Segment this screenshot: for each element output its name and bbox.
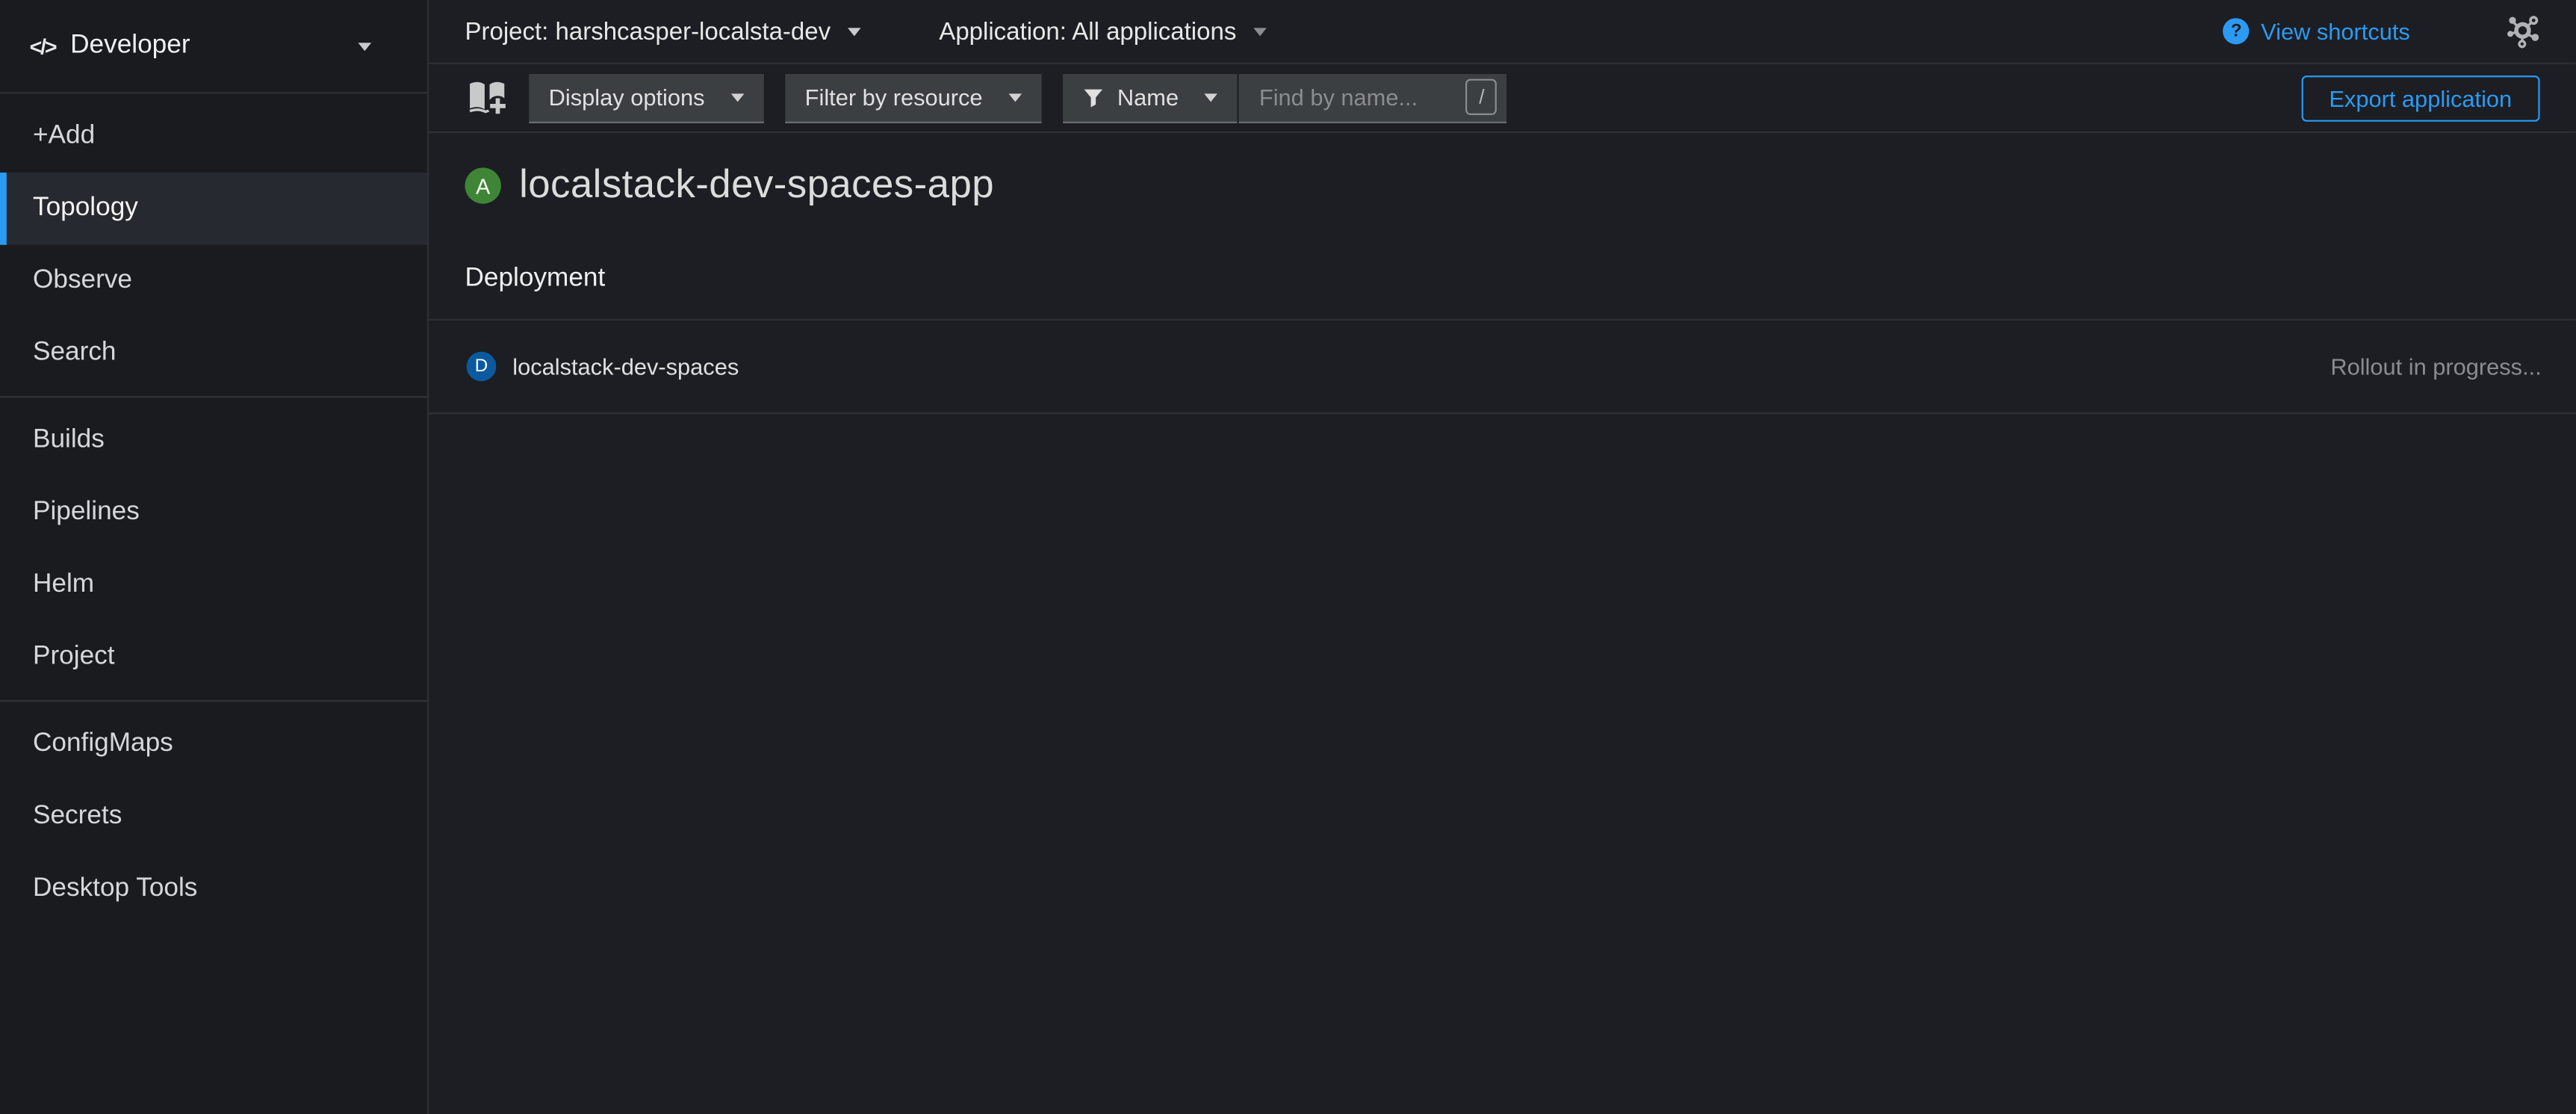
sidebar-item-add[interactable]: +Add — [0, 100, 427, 173]
name-filter-label: Name — [1117, 84, 1179, 110]
sidebar-item-helm[interactable]: Helm — [0, 549, 427, 622]
topology-list-view: A localstack-dev-spaces-app Deployment D… — [429, 133, 2576, 1114]
chevron-down-icon — [847, 27, 860, 35]
application-group-title: localstack-dev-spaces-app — [519, 163, 994, 209]
resource-kind-heading: Deployment — [465, 262, 2539, 297]
sidebar-item-label: Search — [33, 338, 117, 366]
filter-by-resource-dropdown[interactable]: Filter by resource — [785, 73, 1041, 123]
export-application-button[interactable]: Export application — [2301, 75, 2540, 121]
project-selector-label: Project: harshcasper-localsta-dev — [465, 17, 831, 45]
openshift-dev-console: </> Developer +Add Topology Observe Sear… — [0, 0, 2576, 1114]
sidebar-item-label: Pipelines — [33, 498, 140, 525]
sidebar-nav: +Add Topology Observe Search Builds Pipe… — [0, 93, 427, 932]
context-bar: Project: harshcasper-localsta-dev Applic… — [429, 0, 2576, 64]
sidebar-item-observe[interactable]: Observe — [0, 245, 427, 318]
sidebar-item-label: Builds — [33, 426, 105, 454]
sidebar-item-topology[interactable]: Topology — [0, 173, 427, 245]
application-selector-label: Application: All applications — [939, 17, 1236, 45]
sidebar-item-label: Helm — [33, 570, 94, 598]
slash-shortcut-badge: / — [1466, 79, 1498, 115]
sidebar-item-label: ConfigMaps — [33, 730, 173, 758]
chevron-down-icon — [731, 93, 745, 101]
find-by-name-field[interactable]: / — [1239, 73, 1507, 123]
sidebar-item-label: Desktop Tools — [33, 874, 197, 902]
sidebar: </> Developer +Add Topology Observe Sear… — [0, 0, 429, 1114]
sidebar-item-builds[interactable]: Builds — [0, 404, 427, 477]
filter-funnel-icon — [1083, 86, 1105, 108]
application-selector[interactable]: Application: All applications — [939, 17, 1266, 45]
display-options-dropdown[interactable]: Display options — [529, 73, 763, 123]
sidebar-item-label: Topology — [33, 194, 138, 222]
sidebar-item-pipelines[interactable]: Pipelines — [0, 477, 427, 549]
sidebar-item-label: Secrets — [33, 802, 122, 829]
view-shortcuts-link[interactable]: ? View shortcuts — [2223, 18, 2410, 44]
nav-group-1: +Add Topology Observe Search — [0, 93, 427, 396]
help-icon: ? — [2223, 18, 2250, 44]
deployment-name-link[interactable]: localstack-dev-spaces — [512, 353, 739, 380]
perspective-switcher[interactable]: </> Developer — [0, 0, 427, 93]
resource-list: D localstack-dev-spaces Rollout in progr… — [429, 319, 2576, 415]
chevron-down-icon — [359, 42, 372, 50]
topology-toolbar: Display options Filter by resource Name … — [429, 64, 2576, 133]
sidebar-item-desktop-tools[interactable]: Desktop Tools — [0, 853, 427, 926]
name-filter-dropdown[interactable]: Name — [1063, 73, 1238, 123]
sidebar-item-configmaps[interactable]: ConfigMaps — [0, 708, 427, 781]
code-icon: </> — [30, 34, 56, 58]
project-selector[interactable]: Project: harshcasper-localsta-dev — [465, 17, 860, 45]
view-shortcuts-label: View shortcuts — [2261, 18, 2410, 44]
sidebar-item-secrets[interactable]: Secrets — [0, 781, 427, 853]
sidebar-item-label: Observe — [33, 266, 132, 294]
display-options-label: Display options — [549, 84, 705, 110]
main-column: Project: harshcasper-localsta-dev Applic… — [429, 0, 2576, 1114]
chevron-down-icon — [1205, 93, 1218, 101]
nav-group-3: ConfigMaps Secrets Desktop Tools — [0, 700, 427, 932]
quick-search-book-icon[interactable] — [465, 77, 509, 118]
context-bar-right: ? View shortcuts — [2223, 12, 2542, 50]
filter-by-resource-label: Filter by resource — [805, 84, 983, 110]
sidebar-item-project[interactable]: Project — [0, 621, 427, 693]
sidebar-item-label: +Add — [33, 122, 95, 149]
find-by-name-input[interactable] — [1256, 82, 1466, 112]
deployment-status: Rollout in progress... — [2330, 353, 2541, 380]
sidebar-item-search[interactable]: Search — [0, 318, 427, 390]
topology-graph-view-icon[interactable] — [2504, 12, 2542, 50]
application-badge: A — [465, 167, 500, 203]
perspective-label: Developer — [70, 31, 190, 61]
deployment-row[interactable]: D localstack-dev-spaces Rollout in progr… — [429, 321, 2576, 414]
application-group-header: A localstack-dev-spaces-app — [465, 159, 2539, 211]
deployment-badge: D — [467, 352, 497, 382]
chevron-down-icon — [1253, 27, 1266, 35]
nav-group-2: Builds Pipelines Helm Project — [0, 396, 427, 700]
chevron-down-icon — [1009, 93, 1022, 101]
sidebar-item-label: Project — [33, 643, 115, 670]
